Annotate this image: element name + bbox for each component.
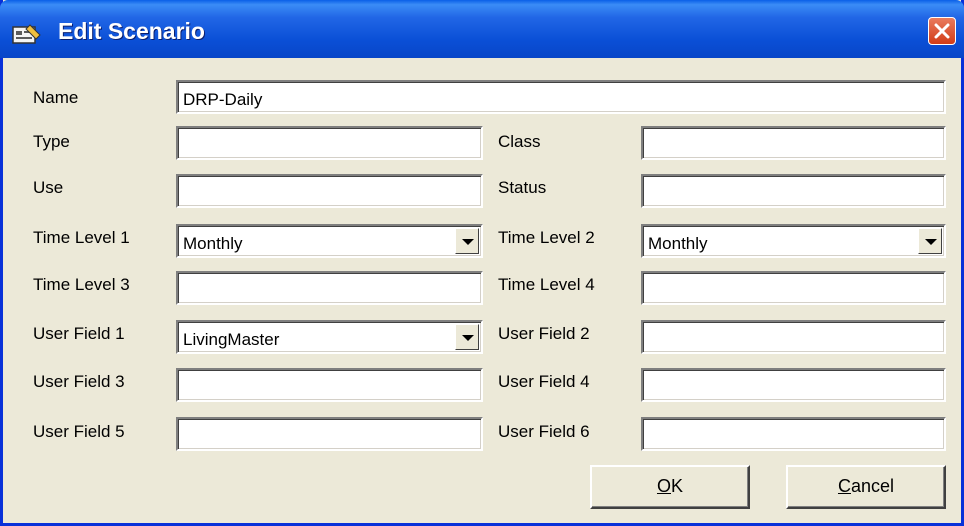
class-label: Class — [498, 132, 541, 151]
use-label: Use — [33, 178, 64, 197]
time-level-1-dropdown[interactable]: Monthly — [176, 224, 483, 258]
close-button[interactable] — [928, 17, 956, 45]
user-field-1-value: LivingMaster — [183, 330, 280, 349]
time-level-2-label: Time Level 2 — [498, 228, 595, 247]
user-field-4-label: User Field 4 — [498, 372, 590, 391]
use-field[interactable] — [176, 174, 483, 208]
user-field-5-label: User Field 5 — [33, 422, 125, 441]
time-level-2-dropdown[interactable]: Monthly — [641, 224, 946, 258]
user-field-4-field[interactable] — [641, 368, 946, 402]
class-field[interactable] — [641, 126, 946, 160]
close-icon — [934, 23, 950, 39]
time-level-1-value: Monthly — [183, 234, 243, 253]
status-field[interactable] — [641, 174, 946, 208]
type-label: Type — [33, 132, 70, 151]
time-level-2-value: Monthly — [648, 234, 708, 253]
time-level-4-field[interactable] — [641, 271, 946, 305]
edit-scenario-dialog: Edit Scenario Name DRP-Daily Type Class … — [0, 0, 964, 526]
user-field-6-field[interactable] — [641, 417, 946, 451]
time-level-3-field[interactable] — [176, 271, 483, 305]
user-field-1-label: User Field 1 — [33, 324, 125, 343]
ok-button[interactable]: OK — [590, 465, 750, 509]
ok-label-rest: K — [671, 476, 684, 496]
user-field-6-label: User Field 6 — [498, 422, 590, 441]
status-label: Status — [498, 178, 547, 197]
chevron-down-icon[interactable] — [455, 228, 479, 254]
user-field-3-label: User Field 3 — [33, 372, 125, 391]
time-level-4-label: Time Level 4 — [498, 275, 595, 294]
ok-mnemonic: O — [656, 476, 671, 496]
cancel-button[interactable]: Cancel — [786, 465, 946, 509]
user-field-2-field[interactable] — [641, 320, 946, 354]
cancel-mnemonic: C — [837, 476, 851, 496]
window-title: Edit Scenario — [58, 18, 205, 44]
chevron-down-icon[interactable] — [455, 324, 479, 350]
name-label: Name — [33, 88, 79, 107]
user-field-1-dropdown[interactable]: LivingMaster — [176, 320, 483, 354]
user-field-2-label: User Field 2 — [498, 324, 590, 343]
type-field[interactable] — [176, 126, 483, 160]
time-level-3-label: Time Level 3 — [33, 275, 130, 294]
user-field-3-field[interactable] — [176, 368, 483, 402]
cancel-label-rest: ancel — [850, 476, 895, 496]
edit-scenario-icon — [12, 24, 41, 44]
time-level-1-label: Time Level 1 — [33, 228, 130, 247]
chevron-down-icon[interactable] — [918, 228, 942, 254]
name-field[interactable]: DRP-Daily — [176, 80, 946, 114]
title-bar[interactable]: Edit Scenario — [0, 0, 964, 58]
user-field-5-field[interactable] — [176, 417, 483, 451]
